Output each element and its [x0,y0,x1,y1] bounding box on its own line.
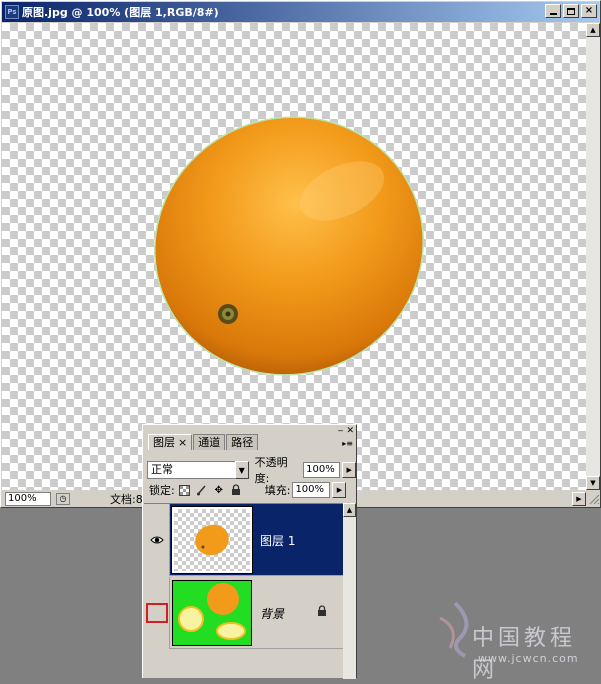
orange-thumbnail-image [195,524,229,556]
watermark-url: www.jcwcn.com [478,652,579,665]
palette-collapse-icon[interactable]: ‒ [338,426,344,436]
palette-menu-icon[interactable]: ▸≡ [342,439,353,448]
window-controls: × [545,4,597,18]
photoshop-doc-icon: Ps [5,5,19,19]
fill-field[interactable]: 100% [292,482,331,498]
lock-label: 锁定: [149,484,175,497]
lock-transparency-icon[interactable] [178,483,192,497]
empty-visibility-box [145,603,168,623]
tab-label: 路径 [231,436,254,449]
layer-list-scrollbar[interactable]: ▲ [343,503,356,679]
layer-list: 图层 1 背景 [144,503,343,677]
resize-grip-icon[interactable] [588,493,600,505]
lock-fill-row: 锁定: ✥ 填充: 100% ▶ [149,482,347,498]
canvas-vertical-scrollbar[interactable]: ▲ ▼ [586,23,600,490]
maximize-icon [567,7,575,15]
opacity-slider-button[interactable]: ▶ [342,462,356,478]
eye-icon [146,530,168,550]
tab-label: 图层 [153,436,175,449]
scroll-down-button[interactable]: ▼ [586,476,600,490]
close-button[interactable]: × [581,4,597,18]
palette-close-icon[interactable]: ✕ [346,426,354,436]
close-icon: × [584,5,594,16]
lock-image-brush-icon[interactable] [195,483,209,497]
lock-position-move-icon[interactable]: ✥ [212,483,226,497]
minimize-icon [549,12,557,15]
layer-thumbnail[interactable] [172,580,252,646]
palette-titlebar[interactable]: ‒ ✕ [338,426,354,436]
status-info-icon[interactable]: ◷ [56,493,70,505]
image-canvas[interactable] [2,23,586,490]
tab-paths[interactable]: 路径 [226,434,259,450]
scroll-right-button[interactable]: ▶ [572,492,586,506]
lock-all-padlock-icon[interactable] [229,483,243,497]
document-size-text: 文档:8 [110,493,143,506]
scroll-up-button[interactable]: ▲ [343,503,356,517]
oranges-on-green-thumbnail-image [178,583,246,640]
layer-row-layer1[interactable]: 图层 1 [144,504,343,576]
scroll-up-button[interactable]: ▲ [586,23,600,37]
chevron-down-icon[interactable]: ▼ [234,461,249,479]
document-titlebar[interactable]: Ps 原图.jpg @ 100% (图层 1,RGB/8#) × [2,2,599,22]
visibility-toggle[interactable] [144,504,170,576]
maximize-button[interactable] [563,4,579,18]
opacity-field[interactable]: 100% [303,462,341,478]
layer-lock-icon [318,605,326,616]
zoom-field[interactable]: 100% [5,492,51,506]
layer-row-background[interactable]: 背景 [144,577,343,649]
fill-slider-button[interactable]: ▶ [332,482,347,498]
tab-label: 通道 [198,436,221,449]
blend-mode-select[interactable]: 正常 [147,461,235,479]
tab-channels[interactable]: 通道 [193,434,226,450]
tab-close-icon[interactable]: × [178,435,187,450]
orange-image [154,116,424,376]
layers-palette: ‒ ✕ 图层 × 通道 路径 ▸≡ 正常 ▼ 不透明度: 100% ▶ 锁定: … [142,424,357,679]
layer-name: 图层 1 [260,534,296,548]
minimize-button[interactable] [545,4,561,18]
fill-label: 填充: [264,484,291,497]
tab-layers[interactable]: 图层 × [148,434,193,450]
palette-tabs: 图层 × 通道 路径 [148,434,259,450]
document-title: 原图.jpg @ 100% (图层 1,RGB/8#) [22,6,219,19]
layer-thumbnail[interactable] [171,506,253,574]
visibility-toggle[interactable] [144,577,170,649]
layer-name: 背景 [260,607,285,621]
